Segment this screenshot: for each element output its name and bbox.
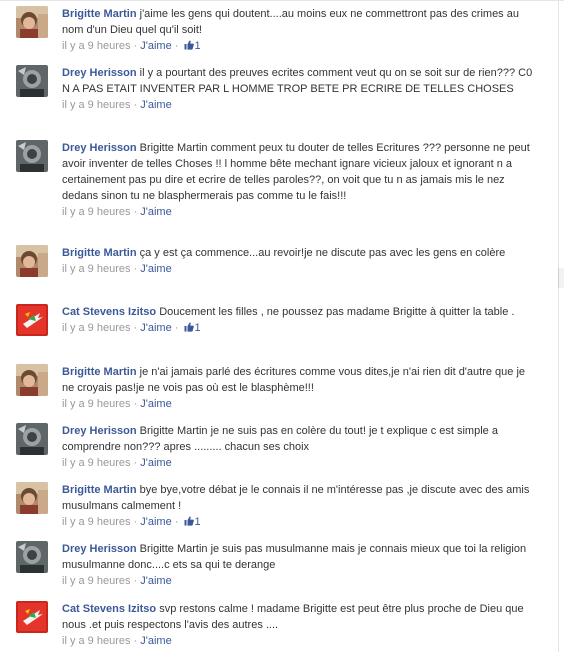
like-link[interactable]: J'aime — [140, 635, 171, 647]
scrollbar-thumb[interactable] — [558, 268, 564, 288]
timestamp[interactable]: il y a 9 heures — [62, 457, 130, 469]
comment-body: Drey Herisson Brigitte Martin comment pe… — [62, 140, 536, 219]
separator-dot: · — [130, 40, 141, 52]
like-count[interactable]: 1 — [195, 322, 201, 334]
separator-dot: · — [130, 575, 141, 587]
like-link[interactable]: J'aime — [140, 322, 171, 334]
separator-dot: · — [130, 516, 141, 528]
comment-text-line: Drey Herisson Brigitte Martin je ne suis… — [62, 423, 536, 455]
comment-text-line: Brigitte Martin je n'ai jamais parlé des… — [62, 364, 536, 396]
timestamp[interactable]: il y a 9 heures — [62, 322, 130, 334]
separator-dot: · — [171, 322, 182, 334]
separator-dot: · — [130, 263, 141, 275]
like-thumb-icon[interactable] — [184, 40, 194, 50]
comment-meta: il y a 9 heures · J'aime — [62, 205, 536, 219]
like-link[interactable]: J'aime — [140, 206, 171, 218]
author-name-link[interactable]: Drey Herisson — [62, 543, 137, 555]
like-link[interactable]: J'aime — [140, 457, 171, 469]
like-link[interactable]: J'aime — [140, 575, 171, 587]
comment-meta: il y a 9 heures · J'aime — [62, 634, 536, 648]
comment-meta: il y a 9 heures · J'aime — [62, 98, 536, 112]
timestamp[interactable]: il y a 9 heures — [62, 635, 130, 647]
separator-dot: · — [171, 40, 182, 52]
avatar[interactable] — [16, 541, 48, 573]
timestamp[interactable]: il y a 9 heures — [62, 40, 130, 52]
comment-text-line: Brigitte Martin bye bye,votre débat je l… — [62, 482, 536, 514]
comment-text-line: Cat Stevens Izitso svp restons calme ! m… — [62, 601, 536, 633]
timestamp[interactable]: il y a 9 heures — [62, 575, 130, 587]
comment-body: Cat Stevens Izitso Doucement les filles … — [62, 304, 536, 335]
timestamp[interactable]: il y a 9 heures — [62, 516, 130, 528]
comment-body: Brigitte Martin ça y est ça commence...a… — [62, 245, 536, 276]
comment-body: Drey Herisson Brigitte Martin je ne suis… — [62, 423, 536, 470]
avatar[interactable] — [16, 482, 48, 514]
comment-meta: il y a 9 heures · J'aime · 1 — [62, 321, 536, 335]
comment-text-line: Drey Herisson Brigitte Martin comment pe… — [62, 140, 536, 204]
comment-meta: il y a 9 heures · J'aime — [62, 456, 536, 470]
avatar[interactable] — [16, 6, 48, 38]
like-link[interactable]: J'aime — [140, 263, 171, 275]
avatar[interactable] — [16, 601, 48, 633]
like-link[interactable]: J'aime — [140, 398, 171, 410]
like-thumb-icon[interactable] — [184, 322, 194, 332]
comment-meta: il y a 9 heures · J'aime — [62, 262, 536, 276]
avatar[interactable] — [16, 304, 48, 336]
timestamp[interactable]: il y a 9 heures — [62, 206, 130, 218]
author-name-link[interactable]: Brigitte Martin — [62, 484, 137, 496]
author-name-link[interactable]: Drey Herisson — [62, 67, 137, 79]
author-name-link[interactable]: Brigitte Martin — [62, 366, 137, 378]
like-link[interactable]: J'aime — [140, 99, 171, 111]
timestamp[interactable]: il y a 9 heures — [62, 263, 130, 275]
scrollbar-track[interactable] — [558, 0, 559, 652]
like-link[interactable]: J'aime — [140, 516, 171, 528]
timestamp[interactable]: il y a 9 heures — [62, 398, 130, 410]
author-name-link[interactable]: Cat Stevens Izitso — [62, 603, 156, 615]
avatar[interactable] — [16, 245, 48, 277]
separator-dot: · — [130, 635, 141, 647]
author-name-link[interactable]: Drey Herisson — [62, 425, 137, 437]
comment-text-line: Drey Herisson il y a pourtant des preuve… — [62, 65, 536, 97]
comment-meta: il y a 9 heures · J'aime · 1 — [62, 515, 536, 529]
comment-body: Brigitte Martin je n'ai jamais parlé des… — [62, 364, 536, 411]
comment-meta: il y a 9 heures · J'aime · 1 — [62, 39, 536, 53]
comment-text-line: Cat Stevens Izitso Doucement les filles … — [62, 304, 536, 320]
comment-text-line: Brigitte Martin ça y est ça commence...a… — [62, 245, 536, 261]
comment-text-line: Brigitte Martin j'aime les gens qui dout… — [62, 6, 536, 38]
like-count[interactable]: 1 — [195, 516, 201, 528]
comment-text: ça y est ça commence...au revoir!je ne d… — [139, 247, 506, 259]
comment-body: Cat Stevens Izitso svp restons calme ! m… — [62, 601, 536, 648]
author-name-link[interactable]: Brigitte Martin — [62, 247, 137, 259]
top-border — [0, 0, 564, 1]
comment-body: Brigitte Martin j'aime les gens qui dout… — [62, 6, 536, 53]
separator-dot: · — [171, 516, 182, 528]
avatar[interactable] — [16, 364, 48, 396]
author-name-link[interactable]: Cat Stevens Izitso — [62, 306, 156, 318]
author-name-link[interactable]: Drey Herisson — [62, 142, 137, 154]
avatar[interactable] — [16, 423, 48, 455]
comment-text: Doucement les filles , ne poussez pas ma… — [159, 306, 515, 318]
like-link[interactable]: J'aime — [140, 40, 171, 52]
comment-text-line: Drey Herisson Brigitte Martin je suis pa… — [62, 541, 536, 573]
avatar[interactable] — [16, 65, 48, 97]
separator-dot: · — [130, 206, 141, 218]
separator-dot: · — [130, 457, 141, 469]
like-thumb-icon[interactable] — [184, 516, 194, 526]
timestamp[interactable]: il y a 9 heures — [62, 99, 130, 111]
separator-dot: · — [130, 398, 141, 410]
comment-meta: il y a 9 heures · J'aime — [62, 397, 536, 411]
comment-body: Brigitte Martin bye bye,votre débat je l… — [62, 482, 536, 529]
comment-meta: il y a 9 heures · J'aime — [62, 574, 536, 588]
like-count[interactable]: 1 — [195, 40, 201, 52]
comment-body: Drey Herisson Brigitte Martin je suis pa… — [62, 541, 536, 588]
separator-dot: · — [130, 99, 141, 111]
comment-body: Drey Herisson il y a pourtant des preuve… — [62, 65, 536, 112]
author-name-link[interactable]: Brigitte Martin — [62, 8, 137, 20]
separator-dot: · — [130, 322, 141, 334]
avatar[interactable] — [16, 140, 48, 172]
